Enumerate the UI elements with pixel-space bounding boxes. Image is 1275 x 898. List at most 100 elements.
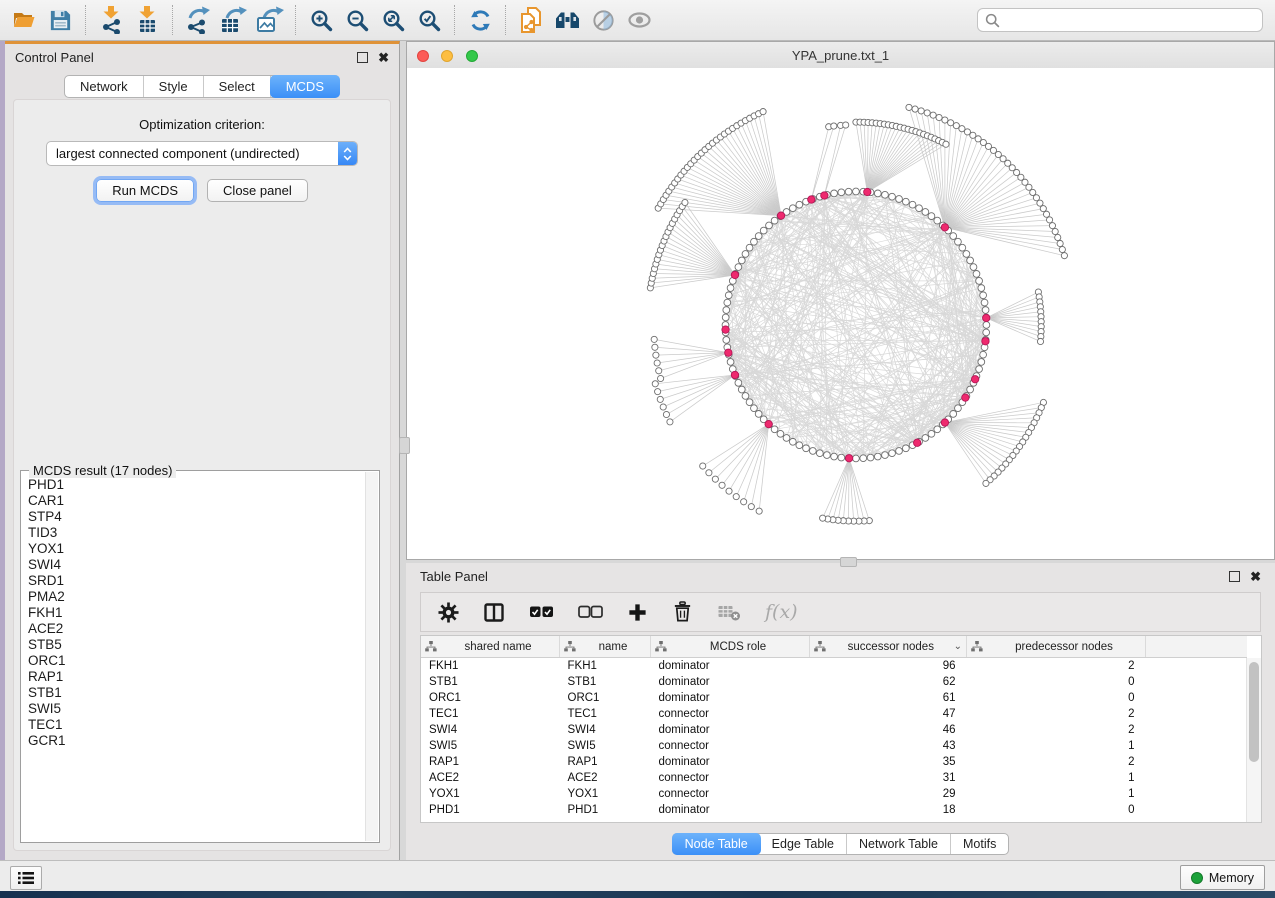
cell-successor_nodes[interactable]: 46 bbox=[810, 722, 967, 738]
horizontal-splitter-handle[interactable] bbox=[840, 557, 857, 567]
table-row[interactable]: ACE2ACE2connector311 bbox=[421, 770, 1247, 786]
first-neighbors-button[interactable] bbox=[549, 3, 585, 37]
cell-mcds_role[interactable]: dominator bbox=[651, 690, 810, 706]
cell-predecessor_nodes[interactable]: 0 bbox=[967, 802, 1146, 818]
cell-name[interactable]: YOX1 bbox=[560, 786, 651, 802]
function-builder-button-disabled[interactable]: f(x) bbox=[765, 601, 798, 623]
cell-name[interactable]: ACE2 bbox=[560, 770, 651, 786]
cell-shared_name[interactable]: TEC1 bbox=[421, 706, 560, 722]
cell-mcds_role[interactable]: dominator bbox=[651, 658, 810, 675]
cell-name[interactable]: RAP1 bbox=[560, 754, 651, 770]
mcds-result-item[interactable]: CAR1 bbox=[28, 493, 366, 509]
cell-name[interactable]: PHD1 bbox=[560, 802, 651, 818]
cell-name[interactable]: SWI5 bbox=[560, 738, 651, 754]
cell-name[interactable]: FKH1 bbox=[560, 658, 651, 675]
cell-predecessor_nodes[interactable]: 1 bbox=[967, 786, 1146, 802]
cell-successor_nodes[interactable]: 43 bbox=[810, 738, 967, 754]
cell-mcds_role[interactable]: connector bbox=[651, 786, 810, 802]
cell-predecessor_nodes[interactable]: 0 bbox=[967, 690, 1146, 706]
cell-successor_nodes[interactable]: 31 bbox=[810, 770, 967, 786]
close-panel-button[interactable]: Close panel bbox=[207, 179, 308, 202]
show-details-button[interactable] bbox=[621, 3, 657, 37]
cell-successor_nodes[interactable]: 35 bbox=[810, 754, 967, 770]
export-image-button[interactable] bbox=[252, 3, 288, 37]
cell-name[interactable]: ORC1 bbox=[560, 690, 651, 706]
cell-mcds_role[interactable]: connector bbox=[651, 738, 810, 754]
cell-predecessor_nodes[interactable]: 2 bbox=[967, 754, 1146, 770]
export-table-button[interactable] bbox=[216, 3, 252, 37]
table-row[interactable]: YOX1YOX1connector291 bbox=[421, 786, 1247, 802]
cell-shared_name[interactable]: YOX1 bbox=[421, 786, 560, 802]
hide-details-button[interactable] bbox=[585, 3, 621, 37]
mcds-result-item[interactable]: SRD1 bbox=[28, 573, 366, 589]
cell-predecessor_nodes[interactable]: 2 bbox=[967, 722, 1146, 738]
table-row[interactable]: SWI4SWI4dominator462 bbox=[421, 722, 1247, 738]
mcds-result-item[interactable]: STP4 bbox=[28, 509, 366, 525]
mcds-result-item[interactable]: GCR1 bbox=[28, 733, 366, 749]
cell-predecessor_nodes[interactable]: 2 bbox=[967, 658, 1146, 675]
cell-shared_name[interactable]: SWI4 bbox=[421, 722, 560, 738]
zoom-in-button[interactable] bbox=[303, 3, 339, 37]
cell-successor_nodes[interactable]: 61 bbox=[810, 690, 967, 706]
cell-shared_name[interactable]: STB1 bbox=[421, 674, 560, 690]
cell-successor_nodes[interactable]: 29 bbox=[810, 786, 967, 802]
cell-predecessor_nodes[interactable]: 1 bbox=[967, 738, 1146, 754]
close-panel-icon[interactable]: ✖ bbox=[1250, 570, 1261, 583]
memory-button[interactable]: Memory bbox=[1180, 865, 1265, 890]
cell-name[interactable]: STB1 bbox=[560, 674, 651, 690]
mcds-list-scrollbar[interactable] bbox=[365, 472, 378, 841]
mcds-result-item[interactable]: TEC1 bbox=[28, 717, 366, 733]
float-panel-icon[interactable] bbox=[357, 52, 368, 63]
column-header-mcds_role[interactable]: MCDS role bbox=[651, 636, 810, 658]
table-row[interactable]: SWI5SWI5connector431 bbox=[421, 738, 1247, 754]
show-column-panel-button[interactable] bbox=[483, 602, 505, 623]
tab-mcds[interactable]: MCDS bbox=[270, 75, 340, 98]
cell-predecessor_nodes[interactable]: 1 bbox=[967, 770, 1146, 786]
cell-mcds_role[interactable]: connector bbox=[651, 770, 810, 786]
import-network-button[interactable] bbox=[93, 3, 129, 37]
cell-mcds_role[interactable]: connector bbox=[651, 706, 810, 722]
mcds-result-item[interactable]: SWI4 bbox=[28, 557, 366, 573]
cell-shared_name[interactable]: PHD1 bbox=[421, 802, 560, 818]
mcds-result-item[interactable]: PHD1 bbox=[28, 477, 366, 493]
cell-predecessor_nodes[interactable]: 0 bbox=[967, 674, 1146, 690]
cell-successor_nodes[interactable]: 18 bbox=[810, 802, 967, 818]
cell-name[interactable]: TEC1 bbox=[560, 706, 651, 722]
table-row[interactable]: RAP1RAP1dominator352 bbox=[421, 754, 1247, 770]
mcds-result-item[interactable]: YOX1 bbox=[28, 541, 366, 557]
table-row[interactable]: TEC1TEC1connector472 bbox=[421, 706, 1247, 722]
mcds-result-item[interactable]: FKH1 bbox=[28, 605, 366, 621]
minimize-window-icon[interactable] bbox=[441, 50, 453, 62]
select-all-rows-button[interactable] bbox=[529, 605, 554, 619]
mcds-result-item[interactable]: STB1 bbox=[28, 685, 366, 701]
column-header-shared_name[interactable]: shared name bbox=[421, 636, 560, 658]
table-settings-button[interactable] bbox=[438, 602, 459, 623]
task-history-button[interactable] bbox=[10, 866, 42, 890]
delete-table-button-disabled[interactable] bbox=[717, 602, 741, 622]
create-column-button[interactable] bbox=[627, 602, 648, 623]
mcds-result-item[interactable]: SWI5 bbox=[28, 701, 366, 717]
cell-shared_name[interactable]: FKH1 bbox=[421, 658, 560, 675]
cell-mcds_role[interactable]: dominator bbox=[651, 722, 810, 738]
zoom-fit-button[interactable] bbox=[375, 3, 411, 37]
save-session-button[interactable] bbox=[42, 3, 78, 37]
cell-shared_name[interactable]: ACE2 bbox=[421, 770, 560, 786]
vertical-splitter-handle[interactable] bbox=[399, 437, 410, 454]
cell-successor_nodes[interactable]: 96 bbox=[810, 658, 967, 675]
cell-mcds_role[interactable]: dominator bbox=[651, 754, 810, 770]
network-canvas[interactable] bbox=[407, 68, 1274, 559]
tab-node-table[interactable]: Node Table bbox=[672, 833, 761, 855]
tab-select[interactable]: Select bbox=[204, 76, 271, 97]
mcds-result-item[interactable]: STB5 bbox=[28, 637, 366, 653]
table-row[interactable]: FKH1FKH1dominator962 bbox=[421, 658, 1247, 675]
mcds-result-list[interactable]: PHD1CAR1STP4TID3YOX1SWI4SRD1PMA2FKH1ACE2… bbox=[22, 477, 366, 841]
cell-predecessor_nodes[interactable]: 2 bbox=[967, 706, 1146, 722]
float-panel-icon[interactable] bbox=[1229, 571, 1240, 582]
tab-network[interactable]: Network bbox=[65, 76, 144, 97]
cell-name[interactable]: SWI4 bbox=[560, 722, 651, 738]
cell-mcds_role[interactable]: dominator bbox=[651, 674, 810, 690]
optimization-criterion-select[interactable]: largest connected component (undirected) bbox=[46, 141, 358, 166]
open-session-button[interactable] bbox=[6, 3, 42, 37]
zoom-selected-button[interactable] bbox=[411, 3, 447, 37]
delete-column-button[interactable] bbox=[672, 601, 693, 623]
